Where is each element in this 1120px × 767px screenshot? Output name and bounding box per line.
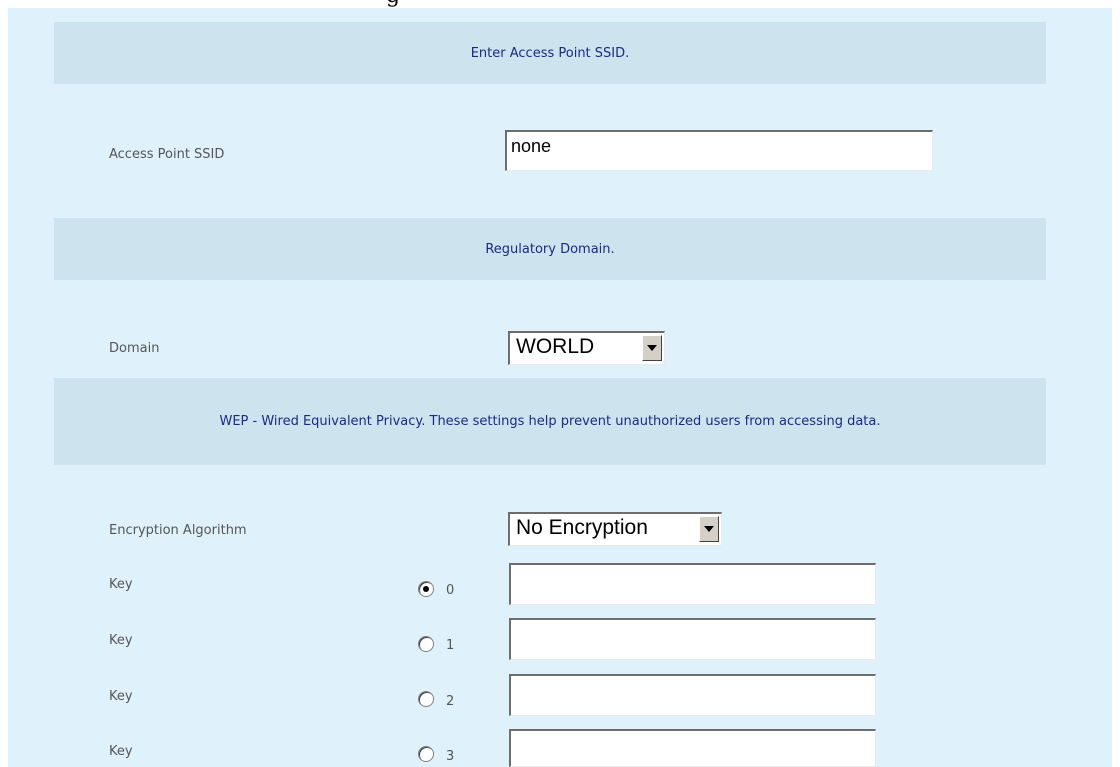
domain-select-value: WORLD (516, 335, 595, 358)
ssid-input[interactable]: none (505, 130, 933, 171)
key-0-radio[interactable] (418, 581, 434, 597)
domain-section-header: Regulatory Domain. (54, 218, 1046, 280)
key-0-input[interactable] (509, 563, 876, 605)
key-0-index: 0 (446, 583, 455, 598)
key-label: Key (109, 744, 133, 759)
dropdown-arrow-icon[interactable] (642, 335, 662, 361)
key-3-input[interactable] (509, 729, 876, 767)
key-1-index: 1 (446, 638, 455, 653)
ssid-label: Access Point SSID (109, 147, 225, 162)
ssid-section-header: Enter Access Point SSID. (54, 22, 1046, 84)
encryption-algorithm-select[interactable]: No Encryption (508, 512, 722, 546)
wep-section-header: WEP - Wired Equivalent Privacy. These se… (54, 378, 1046, 465)
encryption-algorithm-label: Encryption Algorithm (109, 523, 247, 538)
key-3-radio[interactable] (418, 746, 434, 762)
key-1-radio[interactable] (418, 636, 434, 652)
key-2-input[interactable] (509, 674, 876, 716)
key-label: Key (109, 689, 133, 704)
domain-label: Domain (109, 341, 160, 356)
top-cut-text: g (0, 0, 1120, 8)
key-1-input[interactable] (509, 618, 876, 660)
key-2-index: 2 (446, 694, 455, 709)
key-label: Key (109, 633, 133, 648)
key-2-radio[interactable] (418, 691, 434, 707)
dropdown-arrow-icon[interactable] (699, 516, 719, 542)
key-3-index: 3 (446, 749, 455, 764)
top-cut-fragment: g (386, 0, 400, 8)
key-label: Key (109, 577, 133, 592)
domain-select[interactable]: WORLD (508, 331, 665, 365)
encryption-algorithm-value: No Encryption (516, 516, 648, 539)
